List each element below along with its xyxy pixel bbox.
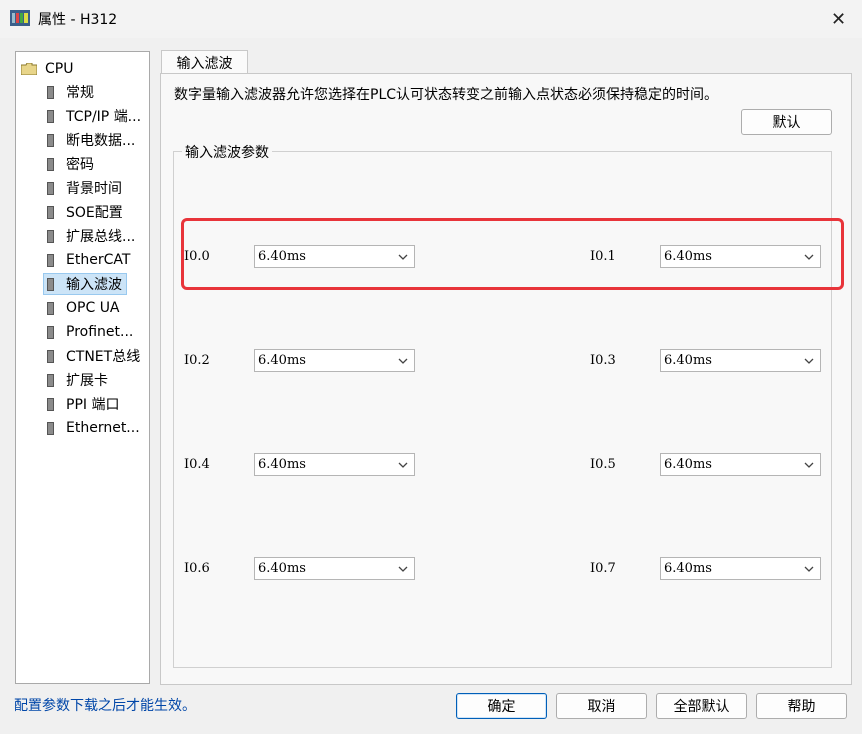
tree-item[interactable]: OPC UA <box>47 297 120 319</box>
filter-label: I0.5 <box>590 457 616 472</box>
filter-time-select[interactable]: 6.40ms <box>254 349 415 372</box>
page-icon <box>47 229 54 243</box>
tree-item-label: 断电数据... <box>66 133 136 149</box>
tree-item-label: OPC UA <box>66 300 120 316</box>
tree-item-label: TCP/IP 端... <box>66 109 142 125</box>
page-icon <box>47 157 54 171</box>
all-default-button-label: 全部默认 <box>673 699 730 715</box>
filter-time-value: 6.40ms <box>664 353 712 368</box>
tree-item[interactable]: CTNET总线 <box>47 345 140 367</box>
default-button[interactable]: 默认 <box>741 109 832 135</box>
help-button[interactable]: 帮助 <box>756 693 847 719</box>
tree-item[interactable]: 断电数据... <box>47 129 135 151</box>
filter-description: 数字量输入滤波器允许您选择在PLC认可状态转变之前输入点状态必须保持稳定的时间。 <box>174 87 719 103</box>
chevron-down-icon <box>398 566 408 572</box>
tree-item-label: 扩展卡 <box>66 373 108 389</box>
filter-time-value: 6.40ms <box>664 457 712 472</box>
tree-root-cpu[interactable]: CPU <box>21 59 73 79</box>
ok-button-label: 确定 <box>487 699 516 715</box>
page-icon <box>47 253 54 267</box>
ok-button[interactable]: 确定 <box>456 693 547 719</box>
close-button[interactable]: ✕ <box>815 0 862 38</box>
tree-item-label: EtherCAT <box>66 252 131 268</box>
filter-time-value: 6.40ms <box>258 457 306 472</box>
group-title: 输入滤波参数 <box>182 142 272 162</box>
chevron-down-icon <box>804 462 814 468</box>
footer-message: 配置参数下载之后才能生效。 <box>14 698 196 714</box>
highlight-box <box>181 218 844 290</box>
filter-time-select[interactable]: 6.40ms <box>660 557 821 580</box>
tree-item[interactable]: 输入滤波 <box>43 273 127 295</box>
tree-item-label: Profinet... <box>66 324 134 340</box>
tree-item-label: Ethernet... <box>66 420 140 436</box>
page-icon <box>47 277 54 291</box>
close-icon: ✕ <box>830 8 847 30</box>
filter-label: I0.2 <box>184 353 210 368</box>
chevron-down-icon <box>804 566 814 572</box>
all-default-button[interactable]: 全部默认 <box>656 693 747 719</box>
tree-item[interactable]: TCP/IP 端... <box>47 105 141 127</box>
filter-time-value: 6.40ms <box>664 561 712 576</box>
tree-item[interactable]: 常规 <box>47 81 94 103</box>
tree-item[interactable]: Ethernet... <box>47 417 140 439</box>
tree-item[interactable]: 扩展卡 <box>47 369 108 391</box>
filter-time-select[interactable]: 6.40ms <box>254 557 415 580</box>
tree-item[interactable]: Profinet... <box>47 321 133 343</box>
page-icon <box>47 373 54 387</box>
page-icon <box>47 181 54 195</box>
filter-label: I0.7 <box>590 561 616 576</box>
tree-item-label: 输入滤波 <box>66 277 122 293</box>
tree-item-label: PPI 端口 <box>66 397 120 413</box>
chevron-down-icon <box>398 462 408 468</box>
page-icon <box>47 421 54 435</box>
tree-item-label: 常规 <box>66 85 94 101</box>
tree-item-label: SOE配置 <box>66 205 123 221</box>
page-icon <box>47 85 54 99</box>
tree-item[interactable]: 背景时间 <box>47 177 122 199</box>
title-bar: 属性 - H312 ✕ <box>0 0 862 38</box>
filter-label: I0.4 <box>184 457 210 472</box>
tab-label: 输入滤波 <box>176 55 233 72</box>
page-icon <box>47 325 54 339</box>
tree-item-label: CTNET总线 <box>66 349 141 365</box>
tree-item[interactable]: EtherCAT <box>47 249 130 271</box>
filter-time-value: 6.40ms <box>258 353 306 368</box>
tree-item-label: 扩展总线... <box>66 229 136 245</box>
filter-label: I0.3 <box>590 353 616 368</box>
page-icon <box>47 133 54 147</box>
tree-root-label: CPU <box>45 61 74 77</box>
tree-item[interactable]: 扩展总线... <box>47 225 135 247</box>
page-icon <box>47 301 54 315</box>
window-title: 属性 - H312 <box>38 12 118 28</box>
page-icon <box>47 397 54 411</box>
filter-time-select[interactable]: 6.40ms <box>660 349 821 372</box>
filter-time-value: 6.40ms <box>258 561 306 576</box>
tree-item[interactable]: 密码 <box>47 153 94 175</box>
folder-icon <box>21 63 37 75</box>
page-icon <box>47 109 54 123</box>
page-icon <box>47 349 54 363</box>
property-tree: CPU 常规 TCP/IP 端... 断电数据... 密码背景时间 SOE配置扩展总线.… <box>15 51 150 684</box>
tree-item-label: 密码 <box>66 157 94 173</box>
filter-label: I0.6 <box>184 561 210 576</box>
page-icon <box>47 205 54 219</box>
tree-item[interactable]: PPI 端口 <box>47 393 119 415</box>
tree-item[interactable]: SOE配置 <box>47 201 123 223</box>
cancel-button[interactable]: 取消 <box>556 693 647 719</box>
help-button-label: 帮助 <box>787 699 816 715</box>
chevron-down-icon <box>804 358 814 364</box>
tab-input-filter[interactable]: 输入滤波 <box>161 50 248 74</box>
filter-time-select[interactable]: 6.40ms <box>660 453 821 476</box>
chevron-down-icon <box>398 358 408 364</box>
filter-time-select[interactable]: 6.40ms <box>254 453 415 476</box>
tree-item-label: 背景时间 <box>66 181 122 197</box>
default-button-label: 默认 <box>772 115 801 131</box>
app-icon <box>10 10 30 26</box>
cancel-button-label: 取消 <box>587 699 616 715</box>
